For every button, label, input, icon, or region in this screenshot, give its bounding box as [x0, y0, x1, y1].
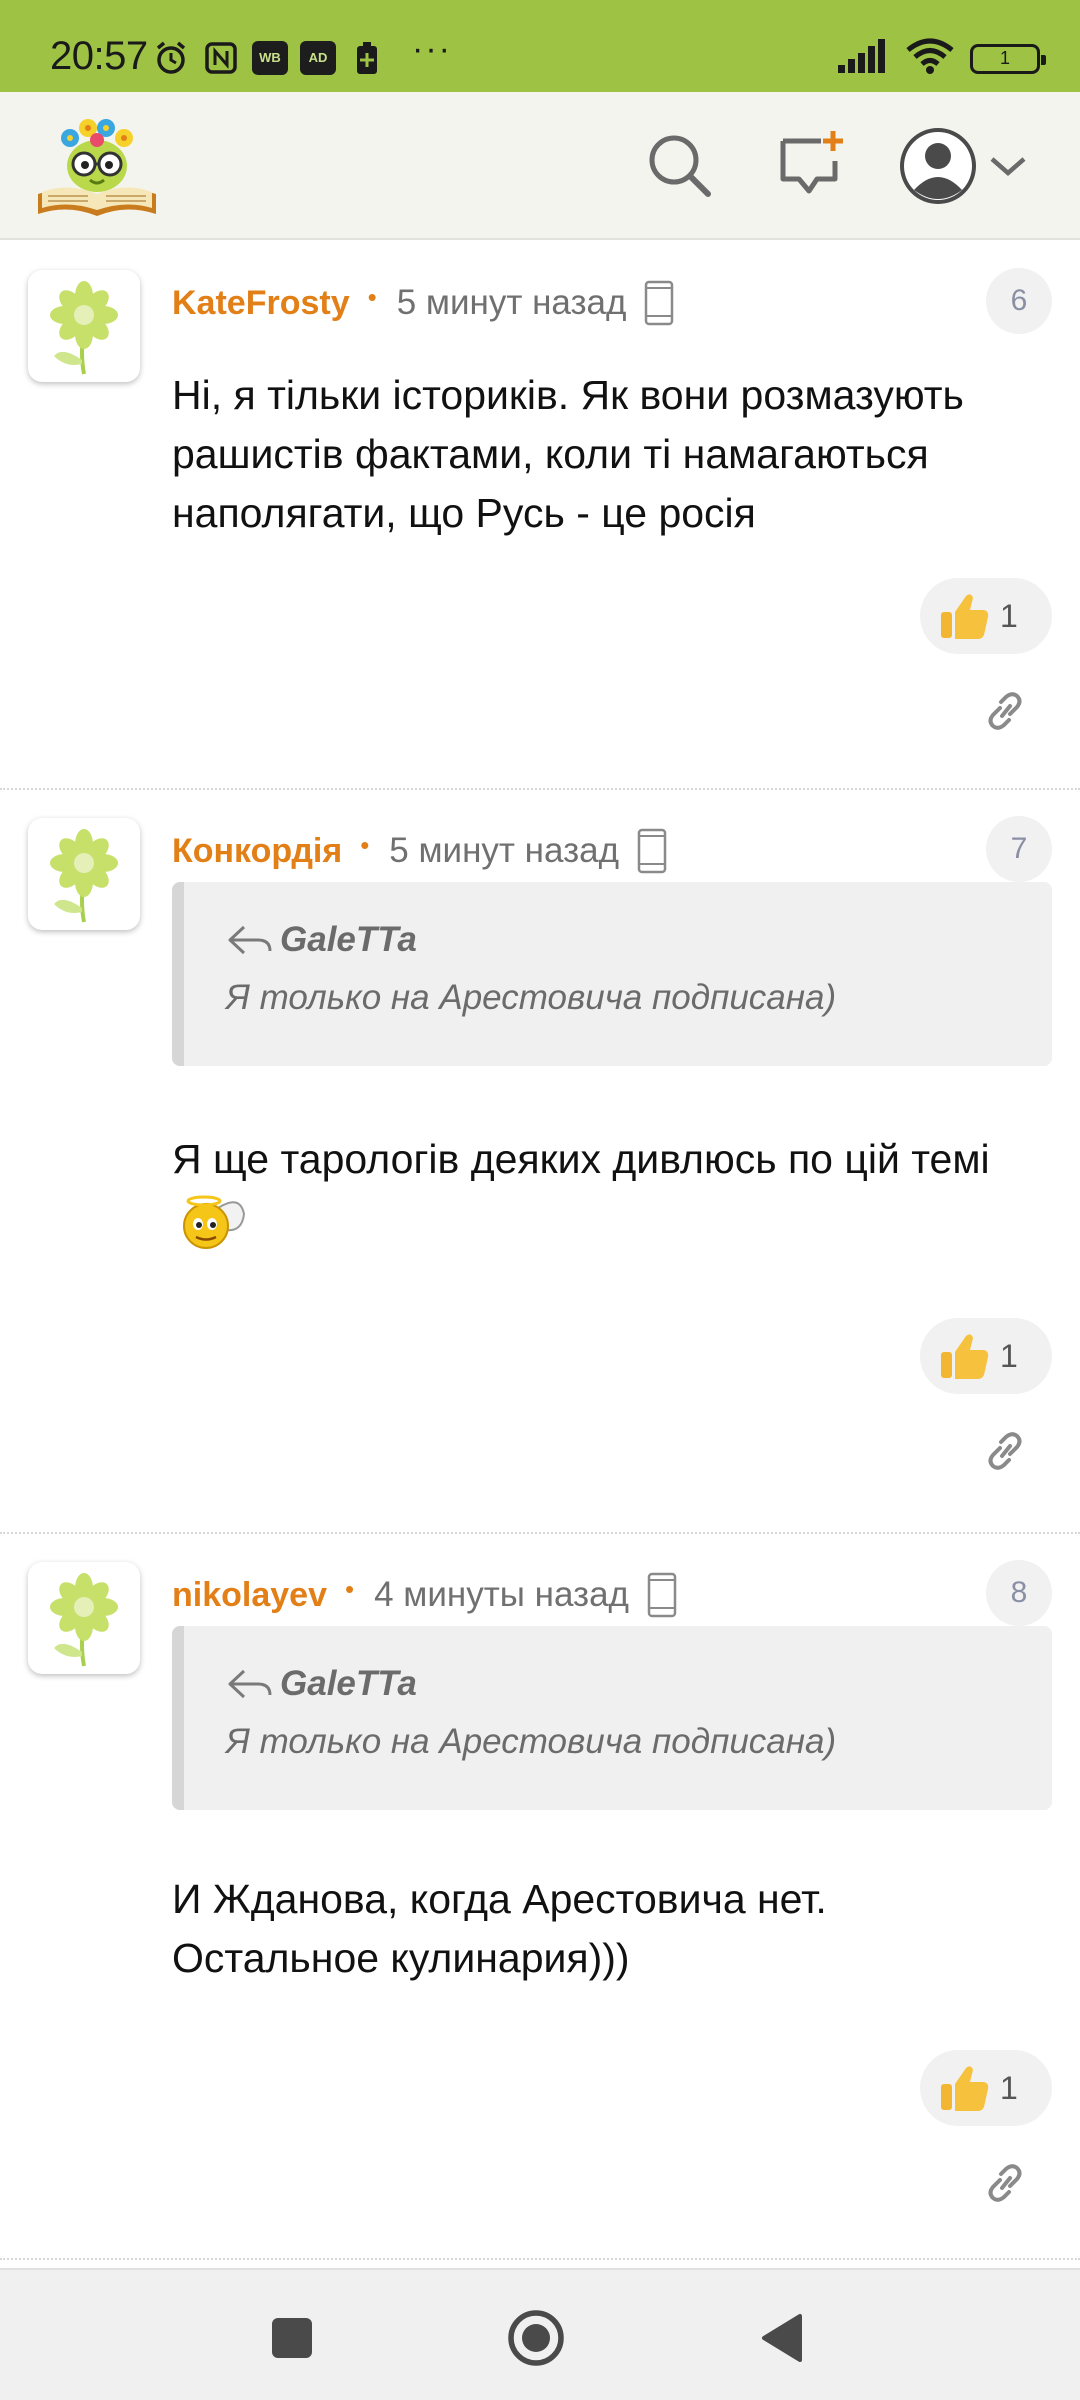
comment-time[interactable]: 4 минуты назад — [374, 1575, 629, 1615]
like-button[interactable]: 1 — [920, 578, 1052, 654]
chevron-down-icon — [990, 157, 1026, 176]
permalink-button[interactable] — [980, 2158, 1030, 2208]
more-notifications-icon: ··· — [412, 30, 452, 68]
comment-number[interactable]: 6 — [986, 268, 1052, 334]
battery-icon: 1 — [970, 43, 1046, 74]
back-button[interactable] — [742, 2298, 822, 2378]
quote-text: Я только на Арестовича подписана) — [226, 1722, 837, 1761]
system-nav-bar — [0, 2268, 1080, 2400]
triangle-back-icon — [762, 2314, 802, 2362]
mobile-device-icon — [644, 280, 674, 326]
like-button[interactable]: 1 — [920, 1318, 1052, 1394]
comment-number[interactable]: 7 — [986, 816, 1052, 882]
angel-smiley-icon — [178, 1192, 248, 1279]
new-message-button[interactable] — [766, 120, 856, 210]
status-time: 20:57 — [50, 34, 148, 78]
avatar[interactable] — [28, 270, 140, 382]
quote-author[interactable]: GaleTTa — [226, 1664, 417, 1704]
comment-time[interactable]: 5 минут назад — [397, 283, 627, 323]
wb-app-icon: WB — [252, 40, 288, 75]
flower-avatar-icon — [50, 829, 118, 923]
comment-text: Я ще тарологів деяких дивлюсь по цій тем… — [172, 1120, 1052, 1285]
avatar[interactable] — [28, 1562, 140, 1674]
like-count: 1 — [1000, 1337, 1018, 1374]
mobile-device-icon — [637, 828, 667, 874]
battery-saver-icon — [348, 39, 386, 77]
wifi-icon — [906, 38, 954, 79]
like-count: 1 — [1000, 2069, 1018, 2106]
separator-dot: • — [360, 829, 370, 860]
comment-item: nikolayev • 4 минуты назад 8 GaleTTa Я т… — [0, 1534, 1080, 2260]
avatar[interactable] — [28, 818, 140, 930]
comment-time[interactable]: 5 минут назад — [389, 831, 619, 871]
signal-icon — [838, 39, 890, 78]
flower-avatar-icon — [50, 1573, 118, 1667]
comment-text-content: Я ще тарологів деяких дивлюсь по цій тем… — [172, 1136, 990, 1182]
user-menu[interactable] — [898, 116, 1028, 216]
quote-block: GaleTTa Я только на Арестовича подписана… — [172, 882, 1052, 1066]
status-bar: 20:57 WB AD ··· 1 — [0, 0, 1080, 92]
link-icon — [988, 692, 1022, 730]
comment-item: Конкордія • 5 минут назад 7 GaleTTa Я то… — [0, 790, 1080, 1534]
search-icon — [649, 135, 711, 197]
like-button[interactable]: 1 — [920, 2050, 1052, 2126]
comment-header: KateFrosty • 5 минут назад — [172, 278, 674, 328]
nfc-icon — [202, 39, 240, 77]
user-avatar-icon — [900, 128, 976, 204]
comment-number[interactable]: 8 — [986, 1560, 1052, 1626]
separator-dot: • — [344, 1573, 355, 1604]
link-icon — [988, 1432, 1022, 1470]
like-count: 1 — [1000, 597, 1018, 634]
author-name[interactable]: KateFrosty — [172, 284, 350, 323]
new-message-icon — [780, 131, 843, 194]
thumbs-up-icon — [941, 2066, 989, 2111]
circle-icon — [508, 2310, 564, 2366]
permalink-button[interactable] — [980, 686, 1030, 736]
quote-text: Я только на Арестовича подписана) — [226, 978, 837, 1017]
square-icon — [272, 2318, 312, 2358]
home-button[interactable] — [496, 2298, 576, 2378]
app-header — [0, 92, 1080, 240]
comments-feed: KateFrosty • 5 минут назад 6 Ні, я тільк… — [0, 242, 1080, 2266]
link-icon — [988, 2164, 1022, 2202]
author-name[interactable]: Конкордія — [172, 832, 342, 871]
quote-author-name: GaleTTa — [280, 920, 417, 959]
adblocker-icon: AD — [300, 40, 336, 75]
status-icons-right: 1 — [838, 38, 1046, 79]
battery-level: 1 — [999, 48, 1010, 68]
quote-block: GaleTTa Я только на Арестовича подписана… — [172, 1626, 1052, 1810]
reply-arrow-icon — [228, 925, 272, 955]
alarm-icon — [152, 39, 190, 77]
separator-dot: • — [367, 281, 377, 312]
mobile-device-icon — [647, 1572, 677, 1618]
comment-header: Конкордія • 5 минут назад — [172, 826, 667, 876]
thumbs-up-icon — [941, 1334, 989, 1379]
status-icons-left: WB AD ··· — [152, 30, 452, 77]
quote-author-name: GaleTTa — [280, 1664, 417, 1703]
comment-text: Ні, я тільки істориків. Як вони розмазую… — [172, 372, 964, 536]
quote-author[interactable]: GaleTTa — [226, 920, 417, 960]
site-logo[interactable] — [34, 110, 160, 222]
author-name[interactable]: nikolayev — [172, 1576, 327, 1615]
comment-item: KateFrosty • 5 минут назад 6 Ні, я тільк… — [0, 242, 1080, 790]
comment-text: И Жданова, когда Арестовича нет. Остальн… — [172, 1876, 827, 1981]
reply-arrow-icon — [228, 1669, 272, 1699]
thumbs-up-icon — [941, 594, 989, 639]
search-button[interactable] — [634, 120, 724, 210]
recents-button[interactable] — [252, 2298, 332, 2378]
flower-avatar-icon — [50, 281, 118, 375]
permalink-button[interactable] — [980, 1426, 1030, 1476]
comment-header: nikolayev • 4 минуты назад — [172, 1570, 677, 1620]
